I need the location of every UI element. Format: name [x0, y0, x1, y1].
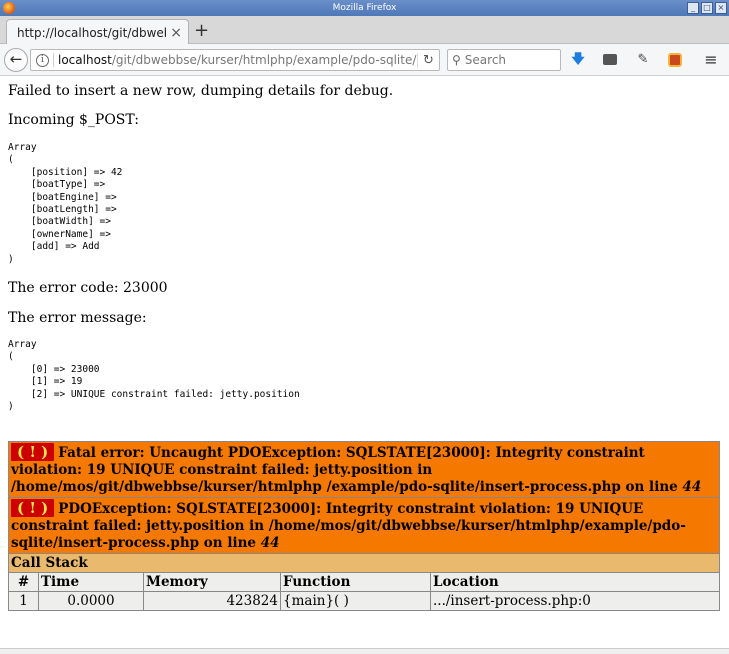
search-input[interactable]: ⚲ Search	[447, 49, 561, 71]
tab-title: http://localhost/git/dbwebb	[17, 25, 167, 40]
minimize-icon[interactable]: _	[687, 2, 699, 14]
firefox-logo-icon	[3, 2, 15, 14]
window-titlebar: Mozilla Firefox _ □ ×	[0, 0, 729, 16]
url-separator	[53, 53, 54, 67]
url-text[interactable]: localhost/git/dbwebbse/kurser/htmlphp/ex…	[58, 53, 417, 67]
tab-strip: http://localhost/git/dbwebb × +	[0, 16, 729, 45]
column-location: Location	[430, 572, 720, 592]
close-window-icon[interactable]: ×	[715, 2, 727, 14]
call-stack-columns: # Time Memory Function Location	[8, 572, 720, 592]
fatal-error-row: ( ! ) Fatal error: Uncaught PDOException:…	[8, 441, 720, 498]
row-time: 0.0000	[38, 591, 144, 611]
url-bar[interactable]: i localhost/git/dbwebbse/kurser/htmlphp/…	[30, 49, 440, 71]
error-message-label: The error message:	[8, 310, 147, 326]
row-function: {main}( )	[280, 591, 431, 611]
download-icon[interactable]: 🡇	[570, 52, 586, 68]
reload-icon[interactable]: ↻	[417, 52, 439, 68]
post-label: Incoming $_POST:	[8, 112, 139, 128]
info-icon[interactable]: i	[36, 53, 49, 67]
url-host: localhost	[58, 53, 112, 67]
row-num: 1	[8, 591, 39, 611]
search-placeholder: Search	[464, 53, 507, 67]
exception-line: 44	[260, 535, 280, 551]
post-dump: Array ( [position] => 42 [boatType] => […	[8, 142, 123, 265]
hamburger-menu-icon[interactable]: ≡	[703, 52, 719, 68]
column-num: #	[8, 572, 39, 592]
error-dump: Array ( [0] => 23000 [1] => 19 [2] => UN…	[8, 339, 300, 413]
row-memory: 423824	[143, 591, 281, 611]
intro-text: Failed to insert a new row, dumping deta…	[8, 83, 394, 99]
maximize-icon[interactable]: □	[701, 2, 713, 14]
warning-icon: ( ! )	[11, 443, 55, 461]
table-row: 1 0.0000 423824 {main}( ) .../insert-pro…	[8, 591, 720, 611]
column-memory: Memory	[143, 572, 281, 592]
page-content: Failed to insert a new row, dumping deta…	[0, 77, 729, 654]
tab-close-icon[interactable]: ×	[170, 25, 182, 41]
library-icon[interactable]	[602, 52, 618, 68]
column-function: Function	[280, 572, 431, 592]
exception-text: PDOException: SQLSTATE[23000]: Integrity…	[11, 501, 686, 551]
window-title: Mozilla Firefox	[332, 3, 397, 13]
column-time: Time	[38, 572, 144, 592]
row-location: .../insert-process.php:0	[430, 591, 720, 611]
extension-icon[interactable]	[667, 52, 683, 68]
warning-icon: ( ! )	[11, 499, 55, 517]
call-stack-header: Call Stack	[8, 553, 720, 573]
back-button[interactable]: ←	[4, 48, 28, 72]
tab-active[interactable]: http://localhost/git/dbwebb ×	[6, 19, 189, 45]
fatal-error-line: 44	[682, 479, 702, 495]
new-tab-button[interactable]: +	[194, 20, 209, 41]
eyedropper-icon[interactable]: ✎	[635, 52, 651, 68]
error-code-text: The error code: 23000	[8, 280, 168, 296]
fatal-error-text: Fatal error: Uncaught PDOException: SQLS…	[11, 445, 683, 495]
url-path: /git/dbwebbse/kurser/htmlphp/example/pdo…	[111, 53, 417, 67]
window-bottom-edge	[0, 648, 729, 654]
window-controls: _ □ ×	[687, 2, 727, 14]
exception-row: ( ! ) PDOException: SQLSTATE[23000]: Inte…	[8, 497, 720, 554]
xdebug-error-table: ( ! ) Fatal error: Uncaught PDOException:…	[8, 441, 720, 611]
navigation-toolbar: ← i localhost/git/dbwebbse/kurser/htmlph…	[0, 44, 729, 76]
search-icon: ⚲	[452, 53, 461, 67]
